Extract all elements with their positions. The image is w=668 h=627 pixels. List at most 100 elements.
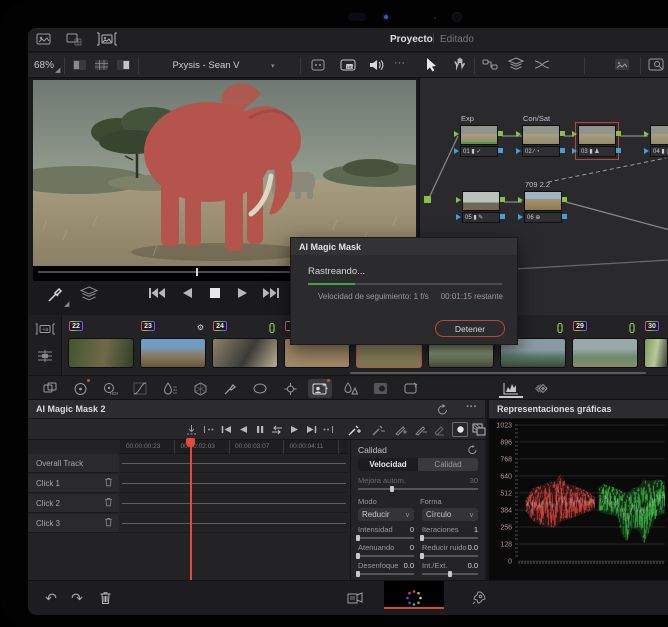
mask-track-reverse-icon[interactable]: [235, 422, 251, 437]
mask-pause-icon[interactable]: [252, 422, 268, 437]
remove-stroke-eyedropper-icon[interactable]: [370, 422, 386, 437]
clip-thumbnail[interactable]: 22: [68, 338, 134, 368]
param-slider[interactable]: [422, 537, 478, 539]
overlay-toggle-button[interactable]: [452, 422, 468, 437]
timeline-playhead[interactable]: [190, 440, 192, 580]
track-delete-icon[interactable]: [104, 477, 113, 489]
param-slider[interactable]: [422, 555, 478, 557]
slider-thumb[interactable]: [356, 571, 360, 577]
node-05[interactable]: 05 ▮ ✎: [462, 191, 500, 223]
scope-layers-icon[interactable]: [530, 379, 554, 398]
clip-strip-scrollbar[interactable]: [350, 372, 646, 374]
mask-track-forward-icon[interactable]: [286, 422, 302, 437]
deliver-page-icon[interactable]: [468, 587, 490, 609]
node-03[interactable]: 03 ▮ ♟: [578, 125, 616, 157]
tab-velocidad[interactable]: Velocidad: [358, 458, 418, 471]
play-reverse-button[interactable]: [174, 282, 200, 308]
play-button[interactable]: [230, 282, 256, 308]
param-slider[interactable]: [422, 573, 478, 575]
edit-page-icon[interactable]: [344, 587, 366, 609]
scope-waveform-icon[interactable]: [499, 379, 523, 398]
clip-thumbnail[interactable]: 29: [572, 338, 638, 368]
auto-improve-slider[interactable]: [358, 488, 478, 490]
magic-mask-icon[interactable]: [308, 379, 332, 398]
remove-pen-icon[interactable]: [412, 422, 428, 437]
key-icon[interactable]: [368, 379, 392, 398]
camera-raw-icon[interactable]: [38, 379, 62, 398]
curves-icon[interactable]: [128, 379, 152, 398]
grid-view-icon[interactable]: [94, 59, 109, 71]
slider-thumb[interactable]: [420, 553, 424, 559]
viewer-more-icon[interactable]: ···: [394, 57, 405, 69]
track-label-click-1[interactable]: Click 1: [28, 474, 119, 493]
track-lane[interactable]: [120, 454, 348, 473]
node-04[interactable]: 04 ▮ ◯: [650, 125, 668, 157]
track-label-click-2[interactable]: Click 2: [28, 494, 119, 513]
blur-icon[interactable]: [338, 379, 362, 398]
tab-calidad[interactable]: Calidad: [418, 458, 478, 471]
tracker-icon[interactable]: [278, 379, 302, 398]
reset-icon[interactable]: [436, 403, 449, 416]
mask-skip-end-icon[interactable]: [303, 422, 319, 437]
skip-start-button[interactable]: [144, 282, 170, 308]
clips-icon[interactable]: [96, 32, 118, 46]
dialog-header[interactable]: AI Magic Mask: [291, 238, 517, 255]
match-pin-icon[interactable]: [218, 379, 242, 398]
clip-thumbnail[interactable]: 24: [212, 338, 278, 368]
bypass-icon[interactable]: [310, 58, 326, 72]
modo-dropdown[interactable]: Reducir∨: [358, 508, 414, 521]
stills-icon[interactable]: [36, 32, 52, 46]
skip-end-button[interactable]: [258, 282, 284, 308]
param-slider[interactable]: [358, 537, 414, 539]
hand-tool-icon[interactable]: [452, 57, 466, 72]
proxy-hq-icon[interactable]: HD: [340, 58, 358, 72]
track-label-overall-track[interactable]: Overall Track: [28, 454, 119, 473]
project-tab[interactable]: Proyecto: [390, 34, 433, 45]
track-delete-icon[interactable]: [104, 517, 113, 529]
picker-eyedropper-icon[interactable]: [46, 286, 64, 304]
layers-icon[interactable]: [508, 57, 524, 71]
node-01[interactable]: Exp01 ▮ ✓: [460, 125, 498, 157]
cursor-tool-icon[interactable]: [424, 57, 438, 73]
undo-button[interactable]: ↶: [40, 587, 62, 609]
qualifier-icon[interactable]: [158, 379, 182, 398]
node-06[interactable]: 709 2.206 ⊕: [524, 191, 562, 223]
track-lane[interactable]: [120, 514, 348, 533]
wipe-view-icon[interactable]: [116, 59, 131, 71]
clips-filter-icon[interactable]: +a: [35, 323, 55, 335]
track-forward-once-icon[interactable]: [320, 422, 336, 437]
clip-name-selector[interactable]: Pxysis - Sean V: [146, 60, 266, 71]
slider-thumb[interactable]: [356, 535, 360, 541]
viewer-scrubber-playhead[interactable]: [196, 268, 198, 276]
track-label-click-3[interactable]: Click 3: [28, 514, 119, 533]
grade-grid-icon[interactable]: [66, 32, 82, 46]
zoom-level[interactable]: 68%: [34, 60, 54, 71]
mask-track-bidirectional-icon[interactable]: [269, 422, 285, 437]
mask-panel-more-icon[interactable]: ···: [466, 401, 477, 413]
mask-skip-start-icon[interactable]: [218, 422, 234, 437]
clip-thumbnail[interactable]: 30: [644, 338, 668, 368]
slider-thumb[interactable]: [356, 553, 360, 559]
mask-overlay-mode-icon[interactable]: [471, 422, 487, 437]
gallery-still-icon[interactable]: [614, 58, 630, 71]
sizing-icon[interactable]: [398, 379, 422, 398]
timeline-ruler[interactable]: 00:00:00:2300:00:02:0300:00:03:0700:00:0…: [120, 440, 348, 454]
track-in-icon[interactable]: [183, 422, 199, 437]
add-stroke-eyedropper-icon[interactable]: [346, 422, 362, 437]
clip-thumbnail[interactable]: 23⚙: [140, 338, 206, 368]
delete-trash-button[interactable]: [94, 587, 116, 609]
timeline-tree-icon[interactable]: [36, 349, 54, 363]
stop-button[interactable]: [202, 282, 228, 308]
split-view-icon[interactable]: [72, 59, 87, 71]
timeline-playhead-handle[interactable]: [186, 438, 195, 447]
node-02[interactable]: Con/Sat02 ∕ ◔: [522, 125, 560, 157]
eraser-pen-icon[interactable]: [431, 422, 447, 437]
color-page-icon[interactable]: [403, 587, 425, 609]
param-slider[interactable]: [358, 573, 414, 575]
color-wheels-icon[interactable]: [68, 379, 92, 398]
slider-thumb[interactable]: [448, 571, 452, 577]
params-reset-icon[interactable]: [467, 444, 478, 455]
slider-thumb[interactable]: [420, 535, 424, 541]
lightbox-icon[interactable]: [648, 58, 664, 71]
wipe-layers-icon[interactable]: [80, 286, 98, 302]
